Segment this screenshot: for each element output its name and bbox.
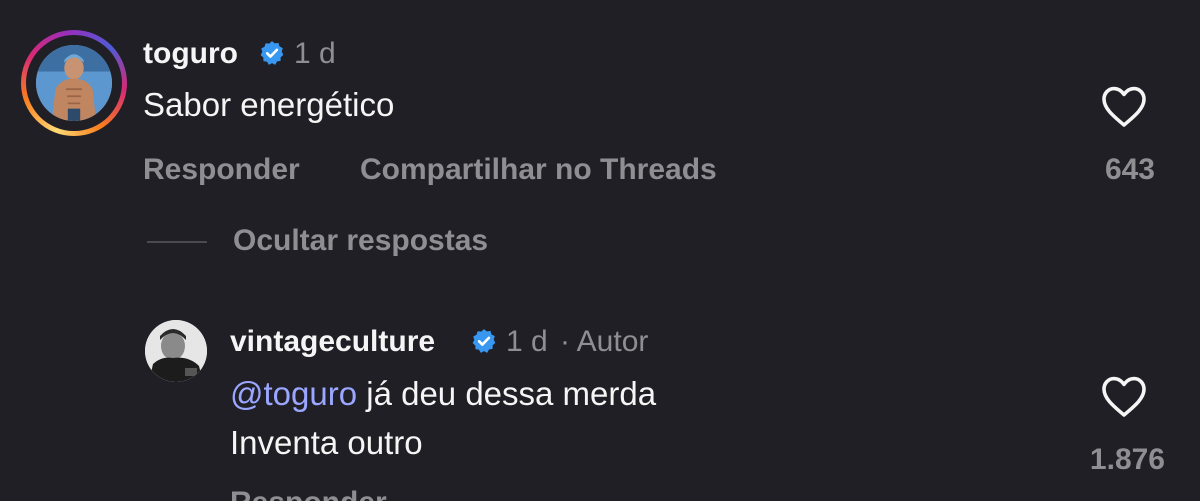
comments-screen: toguro 1 d Sabor energético Responder Co… [0, 0, 1200, 501]
reply-button[interactable]: Responder [143, 153, 300, 187]
heart-outline-icon[interactable] [1100, 84, 1148, 128]
avatar-image [36, 45, 112, 121]
comment-username[interactable]: toguro [143, 37, 238, 71]
reply-text-line1: @toguro já deu dessa merda [230, 375, 656, 413]
reply-text-line2: Inventa outro [230, 424, 423, 461]
share-threads-button[interactable]: Compartilhar no Threads [360, 153, 717, 187]
heart-outline-icon[interactable] [1100, 374, 1148, 418]
verified-badge-icon [472, 329, 496, 353]
author-tag: · Autor [560, 325, 649, 358]
reply-time: 1 d [506, 325, 548, 358]
hide-replies-button[interactable]: Ocultar respostas [233, 224, 488, 258]
avatar-toguro[interactable] [21, 30, 127, 136]
comment-text: Sabor energético [143, 86, 395, 123]
comment-time: 1 d [294, 37, 336, 70]
mention-link[interactable]: @toguro [230, 375, 357, 412]
verified-badge-icon [260, 41, 284, 65]
reply-like-count[interactable]: 1.876 [1090, 443, 1165, 477]
reply-reply-button[interactable]: Responder [230, 486, 387, 501]
avatar-vintageculture[interactable] [145, 320, 207, 382]
like-count[interactable]: 643 [1105, 153, 1155, 187]
replies-divider [147, 241, 207, 243]
avatar-photo [36, 45, 112, 121]
reply-username[interactable]: vintageculture [230, 325, 435, 359]
reply-text: já deu dessa merda [357, 375, 657, 412]
avatar-photo [145, 320, 207, 382]
